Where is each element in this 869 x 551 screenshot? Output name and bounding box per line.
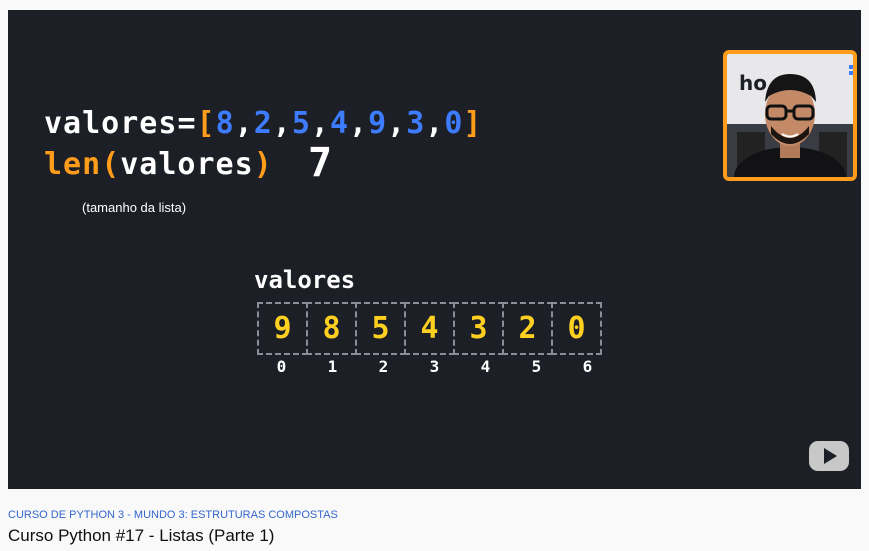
paren-open: ( (101, 147, 121, 182)
bracket-open: [ (196, 106, 216, 141)
separator: , (310, 106, 330, 141)
list-item: 8 (215, 106, 235, 141)
code-line-list: valores=[8,2,5,4,9,3,0] (44, 106, 482, 141)
separator: , (425, 106, 445, 141)
code-line-len: len(valores) (44, 147, 273, 182)
separator: , (349, 106, 369, 141)
array-index: 0 (276, 357, 287, 376)
array-cell: 8 (306, 302, 357, 355)
len-result: 7 (308, 140, 333, 186)
list-item: 2 (253, 106, 273, 141)
separator: , (272, 106, 292, 141)
video-player[interactable]: valores=[8,2,5,4,9,3,0] len(valores) 7 (… (8, 10, 861, 489)
play-icon[interactable] (808, 440, 850, 476)
array-cell: 2 (502, 302, 553, 355)
list-item: 9 (368, 106, 388, 141)
video-title: Curso Python #17 - Listas (Parte 1) (8, 526, 275, 545)
array-index: 4 (480, 357, 491, 376)
array-indices: 0 1 2 3 4 5 6 (257, 357, 614, 376)
array-title: valores (254, 266, 356, 294)
paren-close: ) (253, 147, 273, 182)
array-index: 3 (429, 357, 440, 376)
array-index: 5 (531, 357, 542, 376)
array-cells: 9 8 5 4 3 2 0 (257, 302, 602, 355)
list-item: 3 (406, 106, 426, 141)
list-item: 0 (444, 106, 464, 141)
series-link[interactable]: CURSO DE PYTHON 3 - MUNDO 3: ESTRUTURAS … (8, 509, 338, 521)
array-cell: 3 (453, 302, 504, 355)
bracket-close: ] (463, 106, 483, 141)
webcam-decoration (849, 65, 854, 77)
webcam-overlay: ho (723, 50, 857, 181)
func-arg: valores (120, 147, 254, 182)
array-cell: 9 (257, 302, 308, 355)
separator: , (387, 106, 407, 141)
func-name: len (44, 147, 102, 182)
webcam-logo: ho (739, 71, 767, 95)
array-index: 2 (378, 357, 389, 376)
assign-op: = (177, 106, 197, 141)
array-cell: 0 (551, 302, 602, 355)
array-cell: 4 (404, 302, 455, 355)
presenter-avatar: ho (727, 54, 853, 177)
array-index: 6 (582, 357, 593, 376)
list-item: 4 (329, 106, 349, 141)
array-cell: 5 (355, 302, 406, 355)
separator: , (234, 106, 254, 141)
array-index: 1 (327, 357, 338, 376)
size-note: (tamanho da lista) (82, 200, 187, 215)
var-name: valores (44, 106, 178, 141)
list-item: 5 (291, 106, 311, 141)
